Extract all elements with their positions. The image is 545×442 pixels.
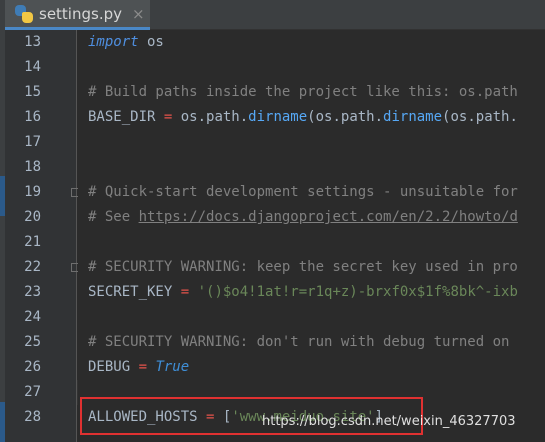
line-number: 16 <box>24 109 41 125</box>
code-line[interactable]: BASE_DIR = os.path.dirname(os.path.dirna… <box>88 105 518 130</box>
line-number: 23 <box>24 284 41 300</box>
line-number-gutter: 13 14 15 16 17 18 19 20 21 22 23 24 25 26 27 28 <box>5 30 80 442</box>
code-token: import <box>88 34 139 50</box>
line-number: 24 <box>24 309 41 325</box>
tab-settings-py[interactable]: settings.py × <box>5 0 150 30</box>
code-line[interactable]: SECRET_KEY = '()$o4!1at!r=r1q+z)-brxf0x$… <box>88 280 518 305</box>
code-token: = <box>180 284 190 300</box>
code-token: os <box>138 34 164 50</box>
code-token: os.path. <box>172 109 249 125</box>
code-token: # SECURITY WARNING: don't run with debug… <box>88 334 510 350</box>
code-token: # See <box>88 209 139 225</box>
code-line[interactable]: DEBUG = True <box>88 355 189 380</box>
editor-tab-bar: settings.py × <box>5 0 545 30</box>
code-token: '()$o4!1at!r=r1q+z)-brxf0x$1f%8bk^-ixb <box>197 284 518 300</box>
code-token: # SECURITY WARNING: keep the secret key … <box>88 259 518 275</box>
line-number: 26 <box>24 359 41 375</box>
code-token: (os.path. <box>307 109 384 125</box>
code-token: dirname <box>383 109 443 125</box>
code-token: # Build paths inside the project like th… <box>88 84 518 100</box>
line-number: 21 <box>24 234 41 250</box>
code-line[interactable]: # Quick-start development settings - uns… <box>88 180 518 205</box>
line-number: 19 <box>24 184 41 200</box>
python-file-icon <box>15 4 33 23</box>
line-number: 13 <box>24 34 41 50</box>
line-number: 14 <box>24 59 41 75</box>
watermark: https://blog.csdn.net/weixin_46327703 <box>262 414 516 429</box>
line-number: 22 <box>24 259 41 275</box>
line-number: 18 <box>24 159 41 175</box>
code-token: BASE_DIR <box>88 109 164 125</box>
line-number: 25 <box>24 334 41 350</box>
code-editor[interactable]: import os # Build paths inside the projec… <box>78 30 545 442</box>
code-line[interactable]: # SECURITY WARNING: don't run with debug… <box>88 330 509 355</box>
code-token: True <box>155 359 190 375</box>
line-number: 20 <box>24 209 41 225</box>
code-line[interactable]: # SECURITY WARNING: keep the secret key … <box>88 255 518 280</box>
code-line[interactable]: import os <box>88 30 164 55</box>
code-token: DEBUG <box>88 359 139 375</box>
line-number: 28 <box>24 409 41 425</box>
close-icon[interactable]: × <box>132 5 145 23</box>
code-token: = <box>138 359 148 375</box>
code-token: (os.path. <box>442 109 518 125</box>
code-line[interactable]: # Build paths inside the project like th… <box>88 80 518 105</box>
code-token: https://docs.djangoproject.com/en/2.2/ho… <box>138 209 518 225</box>
line-number: 15 <box>24 84 41 100</box>
tab-filename: settings.py <box>39 4 122 23</box>
code-token: SECRET_KEY <box>88 284 181 300</box>
line-number: 17 <box>24 134 41 150</box>
code-token: # Quick-start development settings - uns… <box>88 184 518 200</box>
line-number: 27 <box>24 384 41 400</box>
code-token: dirname <box>248 109 308 125</box>
code-line[interactable]: # See https://docs.djangoproject.com/en/… <box>88 205 518 230</box>
